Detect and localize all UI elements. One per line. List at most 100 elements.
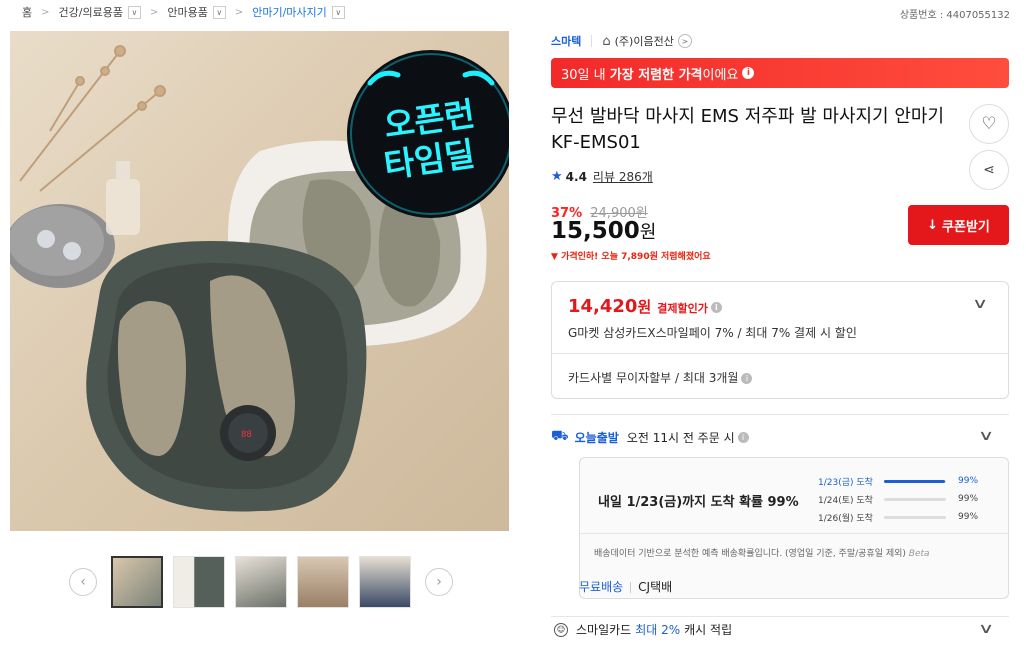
beta-label: Beta [908,549,930,559]
chevron-right-icon: > [149,6,159,18]
divider [580,533,1008,534]
chevron-right-icon[interactable]: > [677,34,692,48]
delivery-date: 1/24(토) 도착 [818,495,873,506]
card-discount-desc: G마켓 삼성카드X스마일페이 7% / 최대 7% 결제 시 할인 [568,326,857,340]
price-drop-text: 가격인하! 오늘 7,890원 저렴해졌어요 [561,252,711,262]
probability-bar [884,479,946,483]
installment-info: 카드사별 무이자할부 / 최대 3개월 i [568,369,753,386]
delivery-probability-row: 1/23(금) 도착 99% [818,472,998,490]
share-button[interactable]: ⋖ [969,150,1009,190]
home-icon: ⌂ [602,33,611,49]
breadcrumb-current[interactable]: 안마기/마사지기 [252,4,327,20]
sale-price-value: 15,500 [551,218,640,244]
brand-link[interactable]: 스마텍 [551,33,581,49]
breadcrumb-health[interactable]: 건강/의료용품 [59,4,123,20]
heart-icon: ♡ [981,114,997,134]
chevron-right-icon: > [41,6,50,18]
smile-card-label: 스마일카드 [576,623,632,637]
price-drop-note: ▼ 가격인하! 오늘 7,890원 저렴해졌어요 [551,249,711,262]
sale-price-unit: 원 [639,222,657,243]
delivery-probability: 99% [958,494,979,504]
card-price-value: 14,420 [568,296,638,317]
review-label: 리뷰 [592,170,616,184]
chevron-down-icon[interactable]: ∨ [978,621,994,637]
breadcrumb: 홈 > 건강/의료용품 ∨ > 안마용품 ∨ > 안마기/마사지기 ∨ [22,0,345,24]
thumbnail-strip: ‹ › [69,556,453,608]
lowest-price-banner: 30일 내 가장 저렴한 가격 이에요 i [551,58,1009,88]
product-info: 스마텍 ⌂ (주)이음전산 > 30일 내 가장 저렴한 가격 이에요 i 무선 … [551,31,1009,637]
shop-link[interactable]: (주)이음전산 [615,33,674,49]
review-count: 286개 [618,170,653,184]
delivery-probability: 99% [958,476,979,486]
today-shipping-row: ⛟ 오늘출발 오전 11시 전 주문 시i [551,428,749,446]
delivery-date: 1/26(월) 도착 [818,513,873,524]
arrow-down-icon: ▼ [551,252,558,262]
thumbnail-5[interactable] [359,556,411,608]
chevron-down-icon[interactable]: ∨ [127,5,141,19]
courier: CJ택배 [638,580,673,594]
chevron-down-icon[interactable]: ∨ [978,428,994,444]
delivery-headline: 내일 1/23(금)까지 도착 확률 99% [598,495,799,510]
product-number: 상품번호 : 4407055132 [899,10,1010,21]
massager-illustration: 88 오픈런 타임딜 [10,45,509,512]
rating-score: 4.4 [565,169,587,184]
info-icon[interactable]: i [710,301,722,313]
card-price-label: 결제할인가 [657,302,708,315]
probability-bar [884,497,946,501]
probability-bar [884,515,946,519]
delivery-probability: 99% [958,512,979,522]
card-price-unit: 원 [637,298,652,316]
smile-icon: ☺ [554,622,568,637]
next-thumbnail-button[interactable]: › [425,568,453,596]
thumbnail-3[interactable] [235,556,287,608]
rating-row: ★ 4.4 리뷰 286개 [551,168,653,185]
today-text: 오전 11시 전 주문 시 [626,430,735,445]
share-icon: ⋖ [983,162,995,178]
free-shipping: 무료배송 [579,580,624,594]
svg-text:88: 88 [241,430,252,440]
seller-row: 스마텍 ⌂ (주)이음전산 > [551,31,1009,51]
chevron-down-icon[interactable]: ∨ [212,5,226,19]
thumbnail-4[interactable] [297,556,349,608]
star-icon: ★ [551,169,563,184]
delivery-date: 1/23(금) 도착 [818,477,873,488]
probability-bar-fill [884,479,946,483]
coupon-label: 쿠폰받기 [942,219,990,235]
divider [630,582,632,593]
truck-icon: ⛟ [551,428,569,444]
main-product-image[interactable]: 88 오픈런 타임딜 [10,31,509,531]
smile-card-cash: 캐시 적립 [684,623,733,637]
prev-thumbnail-button[interactable]: ‹ [69,568,97,596]
delivery-note: 배송데이터 기반으로 분석한 예측 배송확률입니다. (영업일 기준, 주말/공… [594,546,930,559]
divider [551,414,1009,415]
info-icon[interactable]: i [737,431,749,443]
lowest-strong: 가장 저렴한 가격 [609,67,703,83]
breadcrumb-massage[interactable]: 안마용품 [167,4,207,20]
chevron-down-icon[interactable]: ∨ [972,296,988,312]
download-icon: ↓ [927,217,939,233]
delivery-probability-row: 1/24(토) 도착 99% [818,490,998,508]
delivery-probability-list: 1/23(금) 도착 99% 1/24(토) 도착 99% 1/26(월) 도착 99% [818,472,998,526]
wishlist-button[interactable]: ♡ [969,104,1009,144]
chevron-right-icon: > [234,6,244,18]
chevron-down-icon[interactable]: ∨ [331,5,345,19]
info-icon[interactable]: i [742,67,755,79]
card-discount-box[interactable]: 14,420원 결제할인가 i ∨ G마켓 삼성카드X스마일페이 7% / 최대 7… [551,281,1009,399]
shipping-info: 무료배송 CJ택배 [579,578,672,595]
divider [552,353,1008,354]
smile-card-row[interactable]: ☺ 스마일카드 최대 2% 캐시 적립 [551,616,1009,638]
delivery-note-text: 배송데이터 기반으로 분석한 예측 배송확률입니다. (영업일 기준, 주말/공… [594,549,906,559]
installment-text: 카드사별 무이자할부 / 최대 3개월 [568,371,739,385]
product-title: 무선 발바닥 마사지 EMS 저주파 발 마사지기 안마기 KF-EMS01 [551,106,945,153]
breadcrumb-home[interactable]: 홈 [22,4,32,20]
info-icon[interactable]: i [741,373,753,384]
review-link[interactable]: 리뷰 286개 [593,168,653,185]
thumbnail-2[interactable] [173,556,225,608]
delivery-probability-row: 1/26(월) 도착 99% [818,508,998,526]
coupon-button[interactable]: ↓ 쿠폰받기 [908,205,1009,245]
sale-price: 15,500원 [551,218,656,244]
lowest-post: 이에요 [702,67,739,83]
lowest-pre: 30일 내 [561,67,606,83]
today-label: 오늘출발 [574,430,619,445]
thumbnail-1[interactable] [111,556,163,608]
